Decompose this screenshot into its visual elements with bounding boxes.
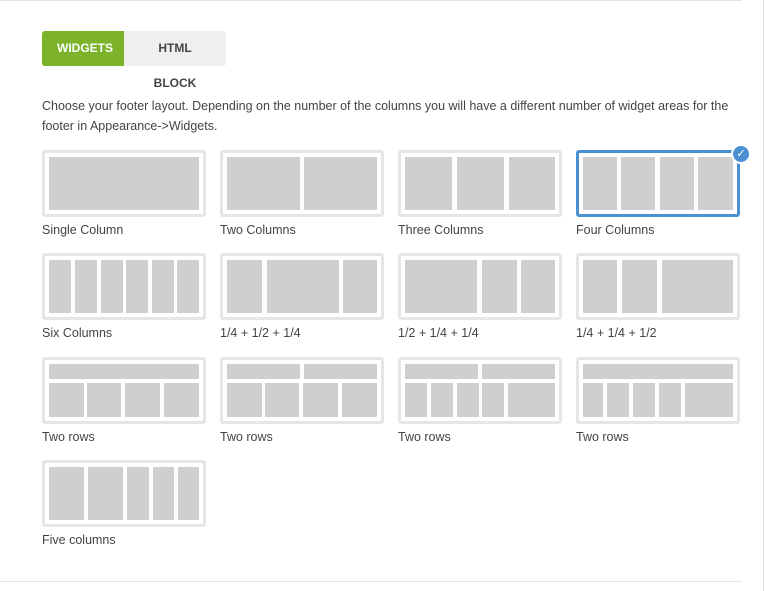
layout-label: 1/4 + 1/2 + 1/4: [220, 326, 301, 340]
bottom-divider: [0, 581, 742, 582]
layout-thumbnail: [398, 357, 562, 424]
layout-label: Six Columns: [42, 326, 113, 340]
layout-label: 1/4 + 1/4 + 1/2: [576, 326, 657, 340]
layout-label: Single Column: [42, 223, 124, 237]
layout-option-single-column[interactable]: Single Column: [42, 150, 207, 240]
top-divider: [0, 0, 742, 1]
layout-label: Two rows: [220, 430, 273, 444]
layout-option-quarter-half-quarter[interactable]: 1/4 + 1/2 + 1/4: [220, 253, 385, 343]
layout-thumbnail: [220, 253, 384, 320]
layout-thumbnail: [398, 150, 562, 217]
layout-label: Four Columns: [576, 223, 655, 237]
layout-thumbnail: [42, 150, 206, 217]
right-divider: [763, 0, 764, 591]
layout-thumbnail: [576, 253, 740, 320]
layout-option-two-rows-b[interactable]: Two rows: [220, 357, 385, 447]
layout-label: Five columns: [42, 533, 116, 547]
layout-option-two-columns[interactable]: Two Columns: [220, 150, 385, 240]
layout-option-two-rows-c[interactable]: Two rows: [398, 357, 563, 447]
check-icon: ✓: [731, 144, 751, 164]
tab-html-block[interactable]: HTML BLOCK: [124, 31, 226, 90]
layout-option-half-quarter-quarter[interactable]: 1/2 + 1/4 + 1/4: [398, 253, 563, 343]
layout-thumbnail: [42, 357, 206, 424]
layout-thumbnail: [220, 357, 384, 424]
layout-option-six-columns[interactable]: Six Columns: [42, 253, 207, 343]
layout-label: Three Columns: [398, 223, 484, 237]
layout-option-three-columns[interactable]: Three Columns: [398, 150, 563, 240]
layout-thumbnail: [42, 460, 206, 527]
layout-label: Two rows: [42, 430, 95, 444]
tab-widgets[interactable]: WIDGETS: [42, 31, 124, 66]
layout-thumbnail: [398, 253, 562, 320]
layout-option-four-columns[interactable]: ✓ Four Columns: [576, 144, 751, 240]
layout-label: Two rows: [398, 430, 451, 444]
layout-thumbnail: [576, 150, 740, 217]
layout-option-five-columns[interactable]: Five columns: [42, 460, 207, 550]
tab-bar: WIDGETS HTML BLOCK: [42, 31, 226, 90]
layout-thumbnail: [576, 357, 740, 424]
layout-thumbnail: [42, 253, 206, 320]
layout-description: Choose your footer layout. Depending on …: [42, 99, 729, 133]
layout-label: Two Columns: [220, 223, 296, 237]
layout-option-two-rows-a[interactable]: Two rows: [42, 357, 207, 447]
layout-label: Two rows: [576, 430, 629, 444]
layout-option-quarter-quarter-half[interactable]: 1/4 + 1/4 + 1/2: [576, 253, 741, 343]
layout-option-two-rows-d[interactable]: Two rows: [576, 357, 741, 447]
layout-label: 1/2 + 1/4 + 1/4: [398, 326, 479, 340]
layout-thumbnail: [220, 150, 384, 217]
